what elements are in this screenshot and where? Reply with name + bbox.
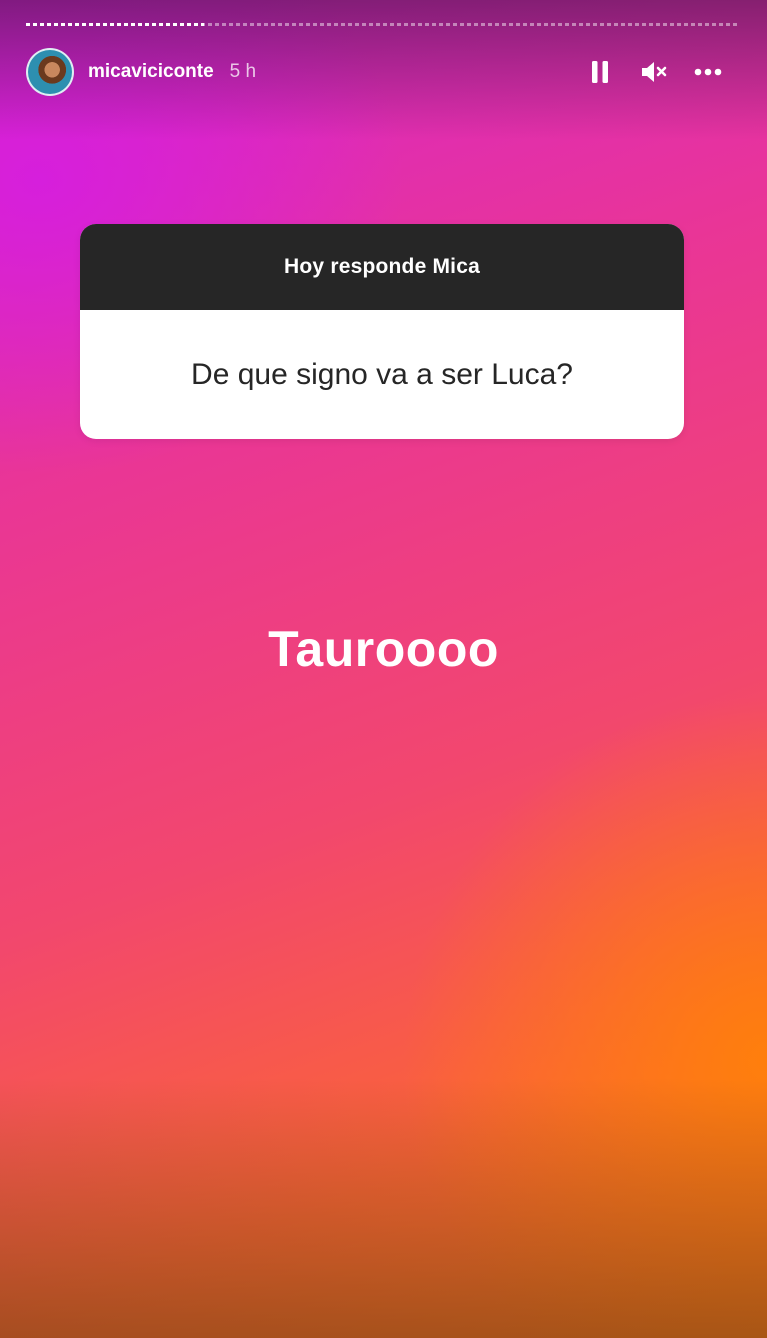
pause-icon [592, 61, 608, 83]
post-time: 5 h [229, 61, 257, 82]
story-progress-bar [26, 23, 738, 26]
username[interactable]: micaviciconte [88, 61, 214, 83]
story-progress-fill [26, 23, 204, 26]
avatar[interactable] [26, 48, 74, 96]
story-viewer[interactable]: micaviciconte 5 h Hoy responde Mica De q… [0, 0, 767, 1338]
story-header: micaviciconte 5 h [26, 46, 738, 98]
story-controls [584, 56, 738, 88]
answer-text: Tauroooo [268, 621, 499, 677]
more-icon [694, 68, 722, 76]
question-sticker: Hoy responde Mica De que signo va a ser … [80, 224, 684, 439]
bottom-shade [0, 1078, 767, 1338]
more-options-button[interactable] [692, 56, 724, 88]
question-sticker-title: Hoy responde Mica [80, 224, 684, 310]
question-sticker-question: De que signo va a ser Luca? [191, 357, 573, 391]
mute-icon [642, 62, 667, 82]
mute-button[interactable] [638, 56, 670, 88]
pause-button[interactable] [584, 56, 616, 88]
